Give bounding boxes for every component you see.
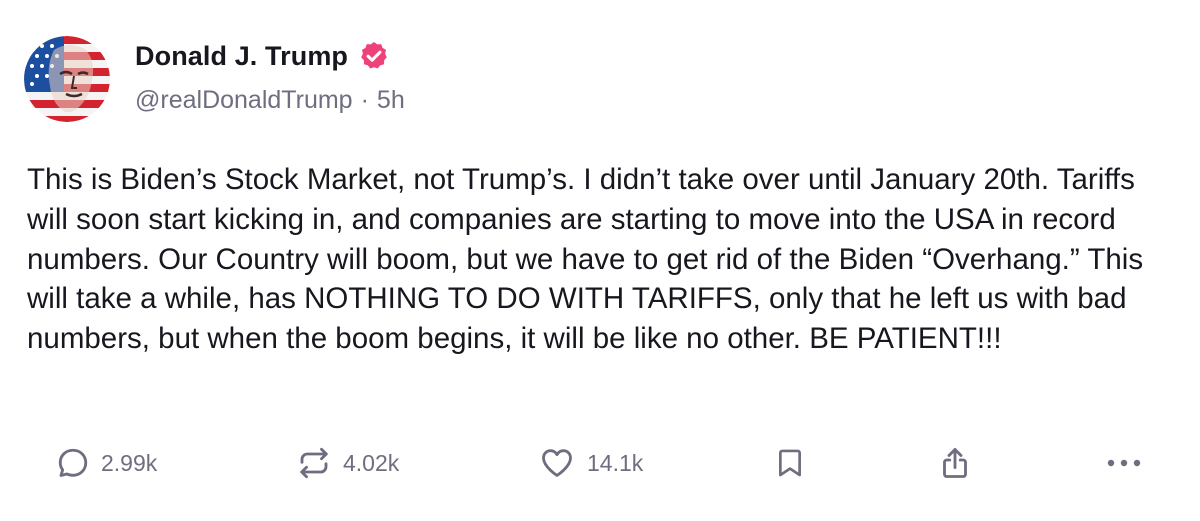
author-display-name[interactable]: Donald J. Trump xyxy=(135,41,348,72)
avatar-image xyxy=(24,36,110,122)
author-handle-row: @realDonaldTrump · 5h xyxy=(135,86,405,115)
post-actions-bar: 2.99k 4.02k 14.1k xyxy=(0,440,1200,486)
heart-icon xyxy=(537,445,577,481)
author-name-row: Donald J. Trump xyxy=(135,38,390,74)
like-count: 14.1k xyxy=(587,449,644,476)
share-icon xyxy=(937,443,973,483)
repost-icon xyxy=(295,445,333,481)
repost-count: 4.02k xyxy=(343,449,400,476)
post-body-text: This is Biden’s Stock Market, not Trump’… xyxy=(27,163,1144,356)
avatar[interactable] xyxy=(24,36,110,122)
post-timestamp[interactable]: 5h xyxy=(377,86,405,115)
meta-separator: · xyxy=(360,86,369,114)
repost-button[interactable]: 4.02k xyxy=(295,440,399,486)
more-icon xyxy=(1105,457,1143,469)
verified-badge-icon xyxy=(358,40,390,72)
bookmark-button[interactable] xyxy=(773,440,807,486)
more-options-button[interactable] xyxy=(1105,440,1143,486)
reply-icon xyxy=(55,445,91,481)
reply-count: 2.99k xyxy=(101,449,158,476)
bookmark-icon xyxy=(773,444,807,482)
like-button[interactable]: 14.1k xyxy=(537,440,643,486)
reply-button[interactable]: 2.99k xyxy=(55,440,157,486)
post-card: Donald J. Trump @realDonaldTrump · 5h Th… xyxy=(0,0,1200,521)
author-handle[interactable]: @realDonaldTrump xyxy=(135,86,353,115)
share-button[interactable] xyxy=(937,440,973,486)
